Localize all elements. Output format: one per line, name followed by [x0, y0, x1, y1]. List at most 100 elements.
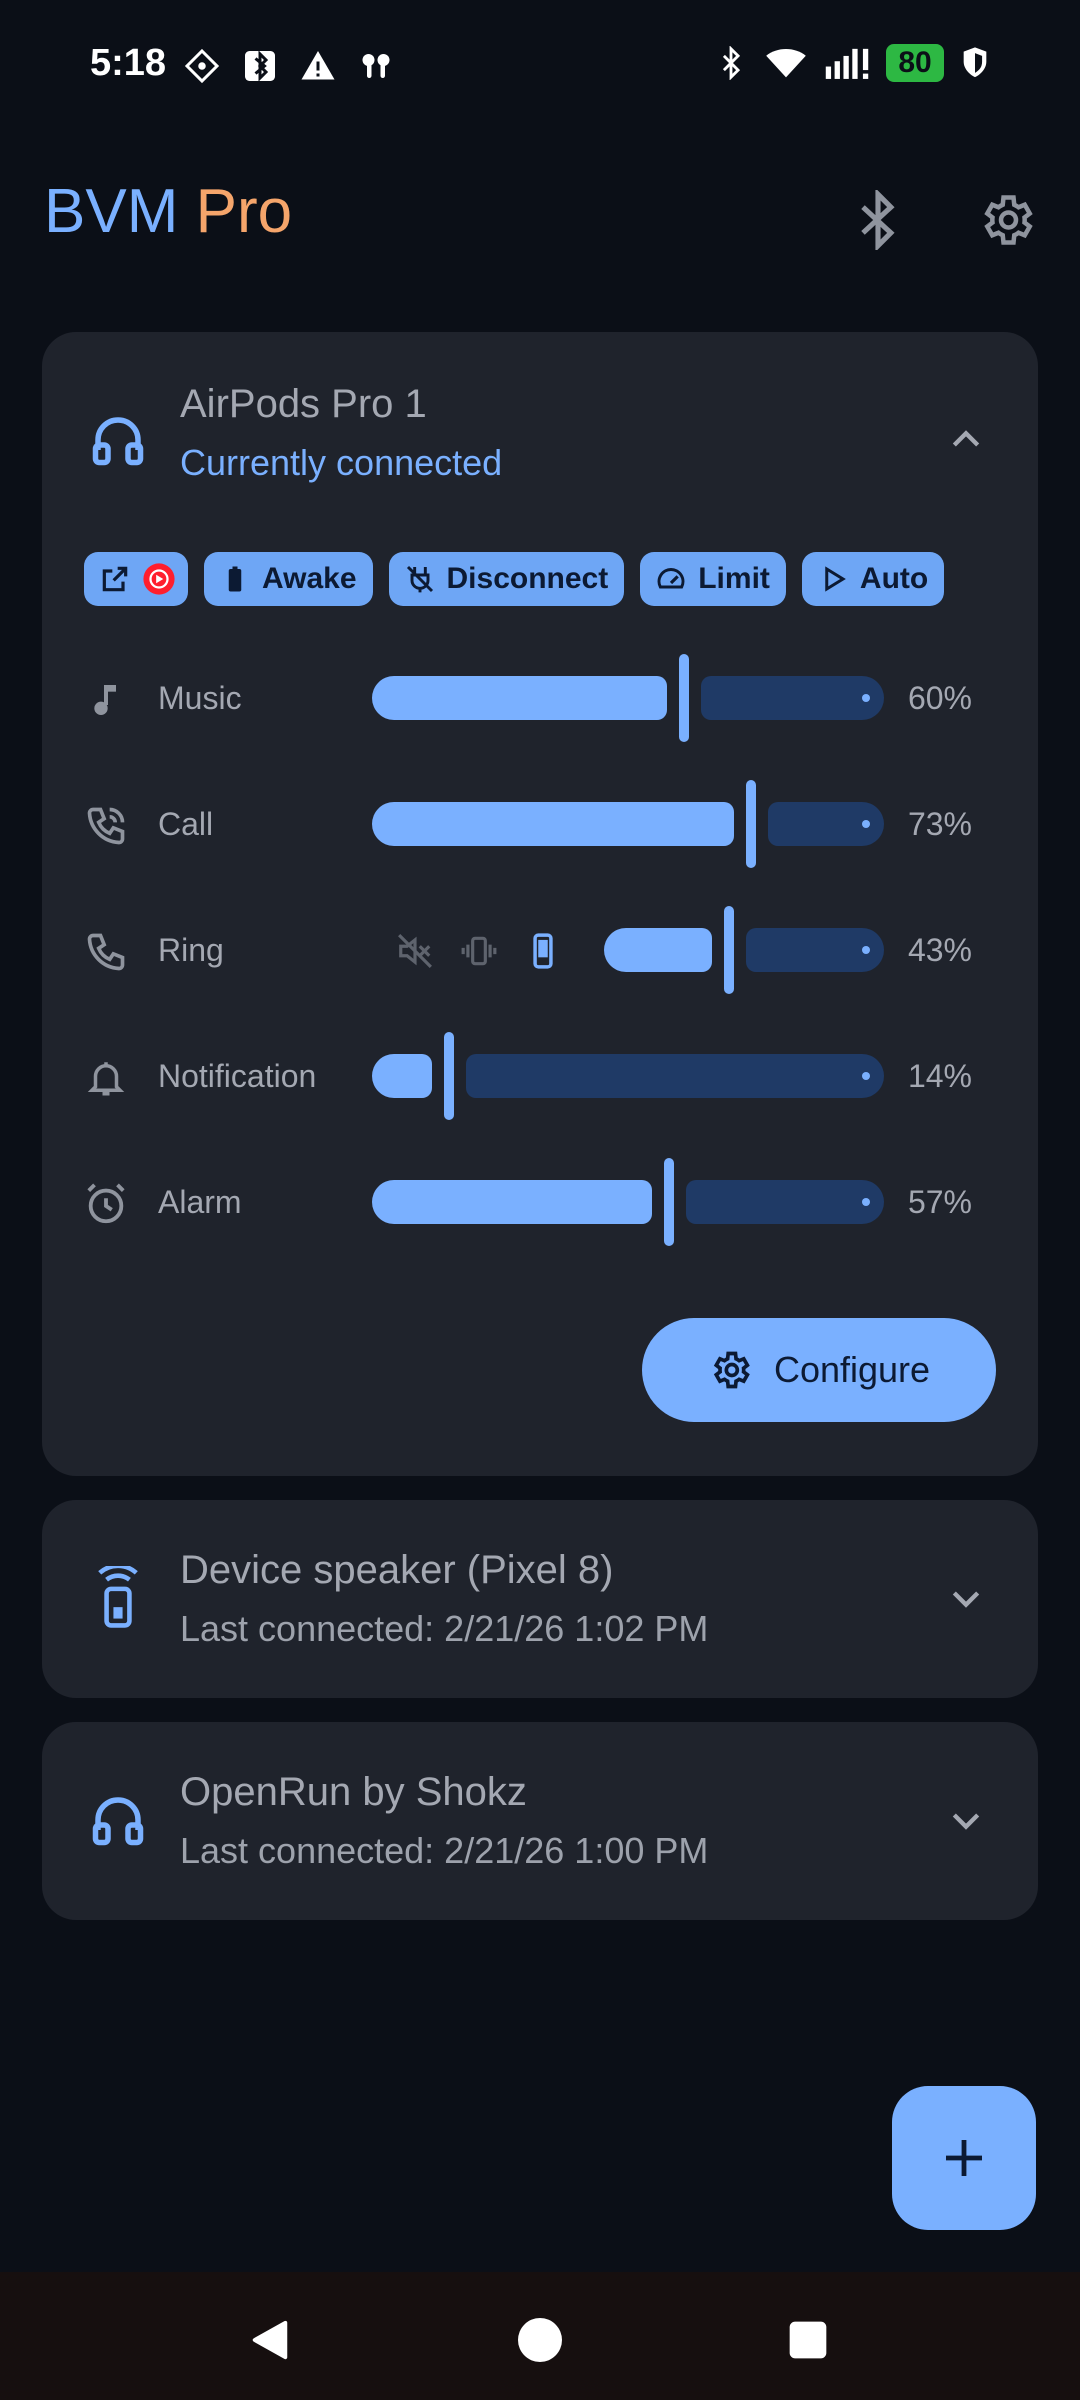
- plus-icon: [946, 2140, 982, 2176]
- chip-auto[interactable]: Auto: [801, 552, 945, 606]
- bluetooth-icon: [722, 46, 741, 80]
- device-card-speaker[interactable]: Device speaker (Pixel 8) Last connected:…: [42, 1500, 1038, 1698]
- action-chips: Awake Disconnect Limit Auto: [84, 552, 945, 606]
- chip-limit[interactable]: Limit: [640, 552, 786, 606]
- add-device-button[interactable]: [892, 2086, 1036, 2230]
- volume-slider[interactable]: [372, 654, 884, 742]
- slider-end-dot: [862, 946, 870, 954]
- slider-rest: [685, 1180, 884, 1224]
- slider-fill: [372, 1054, 432, 1098]
- gear-icon: [984, 195, 1033, 245]
- system-nav-bar: [0, 2272, 1080, 2400]
- play-icon: [816, 562, 850, 596]
- volume-label: Ring: [158, 932, 224, 968]
- slider-thumb[interactable]: [443, 1032, 454, 1120]
- sound-device-icon[interactable]: [520, 928, 566, 974]
- chevron-down-icon: [952, 1813, 980, 1830]
- volume-percent: 73%: [907, 806, 972, 842]
- volume-row-alarm: Alarm 57%: [42, 1152, 1038, 1252]
- volume-row-music: Music 60%: [42, 648, 1038, 748]
- headphones-icon: [86, 408, 150, 472]
- slider-fill: [604, 928, 713, 972]
- app-title: BVM Pro: [44, 176, 292, 247]
- slider-thumb[interactable]: [724, 906, 735, 994]
- volume-row-notification: Notification 14%: [42, 1026, 1038, 1126]
- bluetooth-icon: [861, 190, 895, 250]
- slider-thumb[interactable]: [745, 780, 756, 868]
- device-status: Last connected: 2/21/26 1:02 PM: [180, 1608, 709, 1649]
- expand-button[interactable]: [934, 1566, 998, 1630]
- chip-awake[interactable]: Awake: [204, 552, 373, 606]
- speedometer-icon: [654, 562, 688, 596]
- slider-thumb[interactable]: [679, 654, 690, 742]
- open-external-icon: [98, 562, 132, 596]
- bluetooth-settings-button[interactable]: [838, 180, 918, 260]
- music-note-icon: [82, 676, 130, 724]
- settings-button[interactable]: [966, 180, 1046, 260]
- recents-button[interactable]: [780, 2312, 836, 2368]
- nfc-bluetooth-icon: [240, 46, 280, 86]
- recents-icon: [789, 2321, 827, 2359]
- vibrate-icon[interactable]: [456, 928, 502, 974]
- vpn-shield-icon: [963, 47, 987, 78]
- app-grid-icon: [182, 46, 222, 86]
- earbuds-icon: [356, 46, 396, 86]
- battery-icon: [218, 562, 252, 596]
- volume-label: Call: [158, 806, 214, 842]
- configure-button[interactable]: Configure: [642, 1318, 996, 1422]
- device-card-airpods: AirPods Pro 1 Currently connected Awake …: [42, 332, 1038, 1476]
- system-icons: 80: [714, 44, 990, 82]
- slider-end-dot: [862, 694, 870, 702]
- chip-label: Disconnect: [446, 562, 609, 595]
- home-icon: [518, 2318, 562, 2362]
- headphones-icon: [86, 1788, 150, 1852]
- chip-open-app[interactable]: [84, 552, 188, 606]
- home-button[interactable]: [512, 2312, 568, 2368]
- back-icon: [252, 2320, 288, 2360]
- volume-slider[interactable]: [372, 1032, 884, 1120]
- wifi-icon: [766, 49, 806, 78]
- slider-end-dot: [862, 820, 870, 828]
- warning-icon: [298, 46, 338, 86]
- volume-row-ring: Ring 43%: [42, 900, 1038, 1000]
- configure-label: Configure: [773, 1349, 931, 1390]
- device-card-openrun[interactable]: OpenRun by Shokz Last connected: 2/21/26…: [42, 1722, 1038, 1920]
- chip-label: Auto: [859, 562, 929, 595]
- slider-fill: [372, 802, 734, 846]
- phone-call-icon: [82, 802, 130, 850]
- expand-button[interactable]: [934, 1788, 998, 1852]
- gear-icon: [713, 1351, 750, 1389]
- alarm-icon: [82, 1180, 130, 1228]
- volume-percent: 14%: [907, 1058, 972, 1094]
- chevron-up-icon: [952, 430, 980, 447]
- back-button[interactable]: [242, 2312, 298, 2368]
- slider-rest: [701, 676, 884, 720]
- volume-label: Notification: [158, 1058, 317, 1094]
- app-title-part1: BVM: [44, 177, 179, 246]
- volume-label: Alarm: [158, 1184, 242, 1220]
- battery-icon: 80: [886, 44, 944, 82]
- volume-percent: 60%: [907, 680, 972, 716]
- status-time: 5:18: [90, 42, 167, 84]
- volume-slider[interactable]: [372, 780, 884, 868]
- volume-row-call: Call 73%: [42, 774, 1038, 874]
- chip-label: Awake: [262, 562, 357, 595]
- volume-slider[interactable]: [604, 906, 884, 994]
- volume-percent: 43%: [907, 932, 972, 968]
- collapse-button[interactable]: [934, 408, 998, 472]
- volume-slider[interactable]: [372, 1158, 884, 1246]
- notification-icons: [182, 46, 396, 86]
- device-status: Last connected: 2/21/26 1:00 PM: [180, 1830, 709, 1871]
- chip-disconnect[interactable]: Disconnect: [388, 552, 625, 606]
- power-off-icon: [403, 562, 437, 596]
- mute-icon[interactable]: [392, 928, 438, 974]
- device-name: Device speaker (Pixel 8): [180, 1548, 614, 1592]
- app-title-part2: Pro: [195, 177, 293, 246]
- status-bar: 5:18 80: [0, 0, 1080, 132]
- device-name: OpenRun by Shokz: [180, 1770, 527, 1814]
- speaker-phone-icon: [86, 1566, 150, 1630]
- slider-end-dot: [862, 1198, 870, 1206]
- slider-thumb[interactable]: [663, 1158, 674, 1246]
- device-name: AirPods Pro 1: [180, 382, 427, 426]
- slider-fill: [372, 1180, 652, 1224]
